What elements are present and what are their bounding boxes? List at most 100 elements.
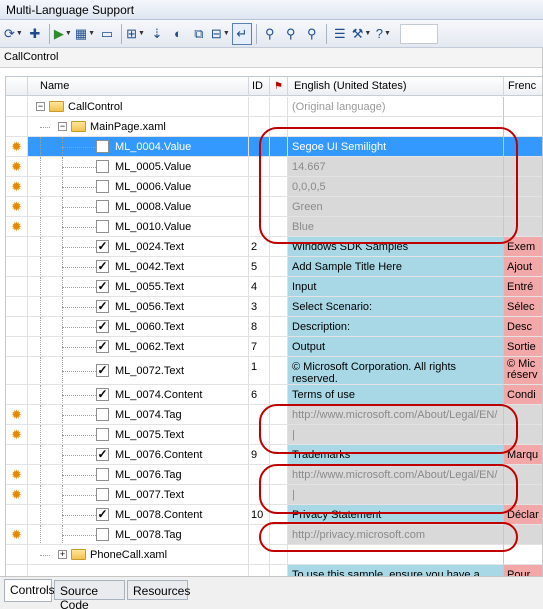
english-value-cell[interactable]: Add Sample Title Here [288,257,504,277]
table-row[interactable]: ✹ ML_0076.Tag http://www.microsoft.com/Abo… [6,465,543,485]
flag-column-header[interactable]: ⚑ [270,77,288,96]
checkbox[interactable] [96,428,109,441]
french-value-cell[interactable] [504,525,543,545]
window-button[interactable]: ▭ [97,23,117,45]
english-value-cell[interactable] [288,545,504,565]
checkbox[interactable] [96,140,109,153]
english-value-cell[interactable]: Output [288,337,504,357]
name-cell[interactable]: − MainPage.xaml [28,117,249,137]
checkbox[interactable] [96,468,109,481]
name-cell[interactable]: + PhoneCall.xaml [28,545,249,565]
english-value-cell[interactable]: Segoe UI Semilight [288,137,504,157]
tools-button[interactable]: ⚒ ▼ [351,23,373,45]
table-row[interactable]: ✓ ML_0055.Text 4 Input Entré [6,277,543,297]
checked-checkbox[interactable]: ✓ [96,300,109,313]
grid-button[interactable]: ▦ ▼ [74,23,96,45]
refresh-button[interactable]: ⟳ ▼ [3,23,24,45]
checkbox[interactable] [96,528,109,541]
table-row[interactable]: ✹ ML_0004.Value Segoe UI Semilight [6,137,543,157]
french-value-cell[interactable]: Pour [504,565,543,576]
add-button[interactable]: ✚ [25,23,45,45]
english-value-cell[interactable]: 14.667 [288,157,504,177]
properties-button[interactable]: ☰ [330,23,350,45]
tab-controls[interactable]: Controls [4,579,55,602]
english-value-cell[interactable]: Blue [288,217,504,237]
name-cell[interactable]: ✓ ML_0062.Text [28,337,249,357]
english-value-cell[interactable]: Green [288,197,504,217]
table-row[interactable]: ✓ ML_0060.Text 8 Description: Desc [6,317,543,337]
table-row[interactable]: ✹ ML_0005.Value 14.667 [6,157,543,177]
wrap-button[interactable]: ↵ [231,22,252,45]
name-cell[interactable]: ✓ ML_0042.Text [28,257,249,277]
english-value-cell[interactable]: | [288,425,504,445]
english-value-cell[interactable]: Select Scenario: [288,297,504,317]
english-value-cell[interactable]: Description: [288,317,504,337]
table-row[interactable]: ✓ ML_0076.Content 9 Trademarks Marqu [6,445,543,465]
name-cell[interactable]: ✓ ML_0056.Text [28,297,249,317]
name-cell[interactable]: ML_0005.Value [28,157,249,177]
english-value-cell[interactable]: | [288,485,504,505]
table-row[interactable]: ✓ ML_0078.Content 10 Privacy Statement Décla… [6,505,543,525]
tree-folder-row[interactable]: + PhoneCall.xaml [6,545,543,565]
english-value-cell[interactable]: (Original language) [288,97,504,117]
checkbox[interactable] [96,220,109,233]
checked-checkbox[interactable]: ✓ [96,448,109,461]
french-value-cell[interactable] [504,177,543,197]
table-row[interactable]: ✓ ML_0072.Text 1 © Microsoft Corporation. A… [6,357,543,385]
french-value-cell[interactable]: Exem [504,237,543,257]
id-column-header[interactable]: ID [249,77,270,96]
name-cell[interactable]: ML_0076.Tag [28,465,249,485]
toolbar-search-input[interactable] [400,23,439,44]
name-column-header[interactable]: Name [28,77,249,96]
english-column-header[interactable]: English (United States) [288,77,504,96]
english-value-cell[interactable]: Input [288,277,504,297]
contrast-button[interactable]: ◐ [168,23,188,45]
table-row[interactable]: ✓ ML_0062.Text 7 Output Sortie [6,337,543,357]
french-value-cell[interactable]: © Mic réserv [504,357,543,385]
help-button[interactable]: ? ▼ [373,23,393,45]
find-button[interactable]: ⚲ [260,23,280,45]
french-value-cell[interactable]: Sélec [504,297,543,317]
find-next-button[interactable]: ⚲ [281,23,301,45]
name-cell[interactable]: ML_0008.Value [28,197,249,217]
french-value-cell[interactable] [504,485,543,505]
collapse-icon[interactable]: − [58,122,67,131]
english-value-cell[interactable]: Windows SDK Samples [288,237,504,257]
table-row[interactable]: ✓ ML_0042.Text 5 Add Sample Title Here Ajout [6,257,543,277]
name-cell[interactable] [28,565,249,576]
table-row[interactable]: ✓ ML_0074.Content 6 Terms of use Condi [6,385,543,405]
tab-resources[interactable]: Resources [127,580,190,600]
english-value-cell[interactable]: http://privacy.microsoft.com [288,525,504,545]
sort-button[interactable]: ⇣ [147,23,167,45]
french-value-cell[interactable] [504,197,543,217]
collapse-icon[interactable]: − [36,102,45,111]
name-cell[interactable]: ✓ ML_0055.Text [28,277,249,297]
french-value-cell[interactable] [504,465,543,485]
checked-checkbox[interactable]: ✓ [96,240,109,253]
french-value-cell[interactable] [504,157,543,177]
name-cell[interactable]: ✓ ML_0076.Content [28,445,249,465]
english-value-cell[interactable]: Trademarks [288,445,504,465]
french-value-cell[interactable] [504,545,543,565]
name-cell[interactable]: ML_0074.Tag [28,405,249,425]
checkbox[interactable] [96,408,109,421]
outline-button[interactable]: ⊞ ▼ [125,23,146,45]
checked-checkbox[interactable]: ✓ [96,508,109,521]
checked-checkbox[interactable]: ✓ [96,388,109,401]
name-cell[interactable]: ✓ ML_0072.Text [28,357,249,385]
name-cell[interactable]: ML_0078.Tag [28,525,249,545]
english-value-cell[interactable]: Terms of use [288,385,504,405]
table-row[interactable]: ✹ ML_0078.Tag http://privacy.microsoft.com [6,525,543,545]
table-row[interactable]: ✹ ML_0074.Tag http://www.microsoft.com/Abo… [6,405,543,425]
french-value-cell[interactable]: Condi [504,385,543,405]
table-row[interactable]: ✓ ML_0024.Text 2 Windows SDK Samples Exem [6,237,543,257]
french-value-cell[interactable]: Desc [504,317,543,337]
name-cell[interactable]: − CallControl [28,97,249,117]
name-cell[interactable]: ✓ ML_0074.Content [28,385,249,405]
checked-checkbox[interactable]: ✓ [96,280,109,293]
french-value-cell[interactable]: Marqu [504,445,543,465]
find-prev-button[interactable]: ⚲ [302,23,322,45]
english-value-cell[interactable]: http://www.microsoft.com/About/Legal/EN/ [288,465,504,485]
frame-button[interactable]: ⧉ [189,23,209,45]
french-value-cell[interactable] [504,217,543,237]
